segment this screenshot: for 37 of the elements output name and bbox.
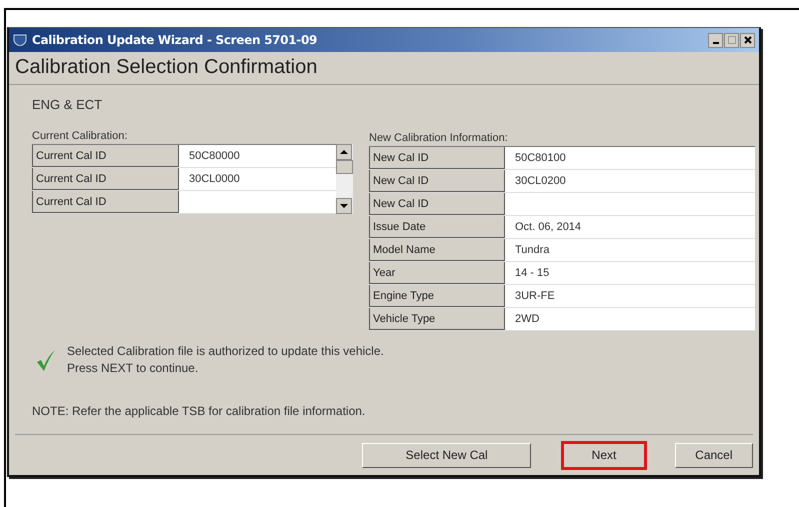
status-message: Press NEXT to continue. <box>67 360 200 377</box>
value-cell-text: 30CL0200 <box>514 174 567 189</box>
value-cell-text: 14 - 15 <box>514 266 550 281</box>
field-label: Current Cal ID <box>32 191 179 213</box>
value-cell-text: 3UR-FE <box>514 289 556 304</box>
field-label: Vehicle Type <box>369 308 505 330</box>
wizard-button[interactable]: Cancel <box>674 442 753 468</box>
field-label: New Cal ID <box>369 170 505 192</box>
section-label: New Calibration Information: <box>369 132 509 144</box>
value-cell-text: 2WD <box>514 312 540 327</box>
field-label: Engine Type <box>369 285 505 307</box>
scroll-up-icon[interactable] <box>336 144 352 160</box>
status-message: Selected Calibration file is authorized to update this vehicle. <box>67 343 384 360</box>
value-cell-text: 50C80100 <box>514 151 567 166</box>
field-label: New Cal ID <box>369 193 505 215</box>
scroll-thumb[interactable] <box>336 160 353 174</box>
value-cell-text: 50C80000 <box>188 149 241 164</box>
field-label: New Cal ID <box>369 147 505 169</box>
note-text: NOTE: Refer the applicable TSB for calibration file information. <box>32 404 366 420</box>
checkmark-icon <box>36 348 56 372</box>
field-label: Current Cal ID <box>32 168 179 190</box>
window-title: Calibration Update Wizard - Screen 5701-09 <box>32 33 318 47</box>
screen-heading: Calibration Selection Confirmation <box>9 52 759 85</box>
field-label: Issue Date <box>369 216 505 238</box>
scrollbar[interactable] <box>336 144 353 214</box>
system-label: ENG & ECT <box>32 97 104 112</box>
field-label: Year <box>369 262 505 284</box>
wizard-button[interactable]: Next <box>563 442 645 468</box>
wizard-button[interactable]: Select New Cal <box>362 442 532 468</box>
value-cell-text: Oct. 06, 2014 <box>514 220 582 235</box>
value-cell-text: 30CL0000 <box>188 172 241 187</box>
section-label: Current Calibration: <box>32 130 128 142</box>
shield-icon <box>13 34 27 46</box>
scroll-down-icon[interactable] <box>336 198 352 214</box>
value-cell-text: Tundra <box>514 243 550 258</box>
field-label: Current Cal ID <box>32 145 179 167</box>
field-label: Model Name <box>369 239 505 261</box>
